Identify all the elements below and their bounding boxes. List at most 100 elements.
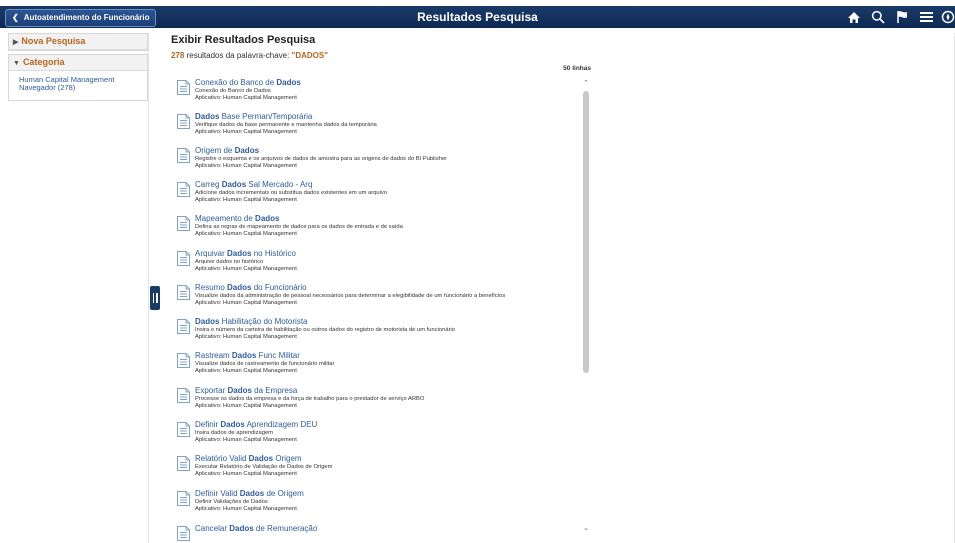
home-icon[interactable] <box>843 6 865 28</box>
list-item: Definir Valid Dados de Origem Definir Va… <box>171 484 583 518</box>
result-title-link[interactable]: Origem de Dados <box>195 146 259 155</box>
list-item: Resumo Dados do Funcionário Visualize da… <box>171 278 583 312</box>
list-item: Cancelar Dados de Remuneração <box>171 519 583 543</box>
document-icon <box>177 491 190 506</box>
result-title-link[interactable]: Rastream Dados Func Militar <box>195 351 300 360</box>
new-search-link[interactable]: ▶ Nova Pesquisa <box>9 34 147 50</box>
category-filter-link[interactable]: Human Capital Management Navegador (278) <box>19 75 114 92</box>
result-title-link[interactable]: Cancelar Dados de Remuneração <box>195 524 317 533</box>
result-application: Aplicativo: Human Capital Management <box>195 437 297 443</box>
result-application: Aplicativo: Human Capital Management <box>195 403 297 409</box>
document-icon <box>177 422 190 437</box>
results-list: Conexão do Banco de Dados Conexão do Ban… <box>171 73 583 543</box>
document-icon <box>177 456 190 471</box>
result-application: Aplicativo: Human Capital Management <box>195 300 297 306</box>
result-application: Aplicativo: Human Capital Management <box>195 231 297 237</box>
result-application: Aplicativo: Human Capital Management <box>195 334 297 340</box>
result-description: Conexão do Banco de Dados <box>195 88 271 94</box>
top-banner-area: ❮ Autoatendimento do Funcionário Resultad… <box>0 0 955 33</box>
result-description: Insira o número da carteira de habilitaç… <box>195 327 456 333</box>
result-description: Executar Relatório de Validação de Dados… <box>195 464 333 470</box>
rows-count: 50 linhas <box>563 65 591 72</box>
document-icon <box>177 319 190 334</box>
result-application: Aplicativo: Human Capital Management <box>195 266 297 272</box>
document-icon <box>177 148 190 163</box>
flag-icon[interactable] <box>891 6 913 28</box>
result-title-link[interactable]: Dados Habilitação do Motorista <box>195 317 308 326</box>
result-description: Processe os dados da empresa e da força … <box>195 396 425 402</box>
list-item: Conexão do Banco de Dados Conexão do Ban… <box>171 73 583 107</box>
result-description: Visualize dados de rastreamento de funci… <box>195 361 335 367</box>
panel-divider <box>148 33 149 543</box>
list-item: Dados Base Perman/Temporária Verifique d… <box>171 107 583 141</box>
collapse-panel-handle[interactable] <box>150 286 160 310</box>
result-title-link[interactable]: Definir Dados Aprendizagem DEU <box>195 420 317 429</box>
scrollbar-thumb[interactable] <box>583 91 589 373</box>
category-box: ▼ Categoria Human Capital Management Nave… <box>8 54 148 101</box>
caret-down-icon: ▼ <box>13 60 20 67</box>
results-summary: 278 resultados da palavra-chave: "DADOS" <box>171 51 328 60</box>
list-item: Definir Dados Aprendizagem DEU Insira da… <box>171 415 583 449</box>
result-description: Defina as regras de mapeamento de dados … <box>195 224 403 230</box>
result-application: Aplicativo: Human Capital Management <box>195 368 297 374</box>
document-icon <box>177 388 190 403</box>
new-search-label: Nova Pesquisa <box>21 36 86 46</box>
document-icon <box>177 285 190 300</box>
search-icon[interactable] <box>867 6 889 28</box>
result-title-link[interactable]: Mapeamento de Dados <box>195 214 280 223</box>
result-description: Adicione dados incrementais ou substitua… <box>195 190 388 196</box>
results-heading: Exibir Resultados Pesquisa <box>171 34 316 46</box>
list-item: Arquivar Dados no Histórico Arquive dado… <box>171 244 583 278</box>
results-area: Exibir Resultados Pesquisa 278 resultado… <box>171 33 595 543</box>
document-icon <box>177 80 190 95</box>
summary-text: resultados da palavra-chave: <box>184 51 292 60</box>
result-title-link[interactable]: Definir Valid Dados de Origem <box>195 489 304 498</box>
document-icon <box>177 251 190 266</box>
category-toggle[interactable]: ▼ Categoria <box>9 55 147 71</box>
result-application: Aplicativo: Human Capital Management <box>195 95 297 101</box>
result-application: Aplicativo: Human Capital Management <box>195 129 297 135</box>
list-item: Origem de Dados Registre o esquema e os … <box>171 141 583 175</box>
page-title: Resultados Pesquisa <box>417 10 538 24</box>
result-application: Aplicativo: Human Capital Management <box>195 506 297 512</box>
result-title-link[interactable]: Dados Base Perman/Temporária <box>195 112 312 121</box>
result-title-link[interactable]: Carreg Dados Sal Mercado - Arq <box>195 180 312 189</box>
document-icon <box>177 216 190 231</box>
result-title-link[interactable]: Relatório Valid Dados Origem <box>195 454 302 463</box>
list-item: Relatório Valid Dados Origem Executar Re… <box>171 449 583 483</box>
result-description: Registre o esquema e os arquivos de dado… <box>195 156 447 162</box>
header-actions <box>841 6 955 28</box>
list-item: Rastream Dados Func Militar Visualize da… <box>171 346 583 380</box>
new-search-box: ▶ Nova Pesquisa <box>8 33 148 51</box>
result-title-link[interactable]: Conexão do Banco de Dados <box>195 78 301 87</box>
results-scrollbar[interactable]: ⌃ ⌄ <box>581 79 591 534</box>
result-title-link[interactable]: Resumo Dados do Funcionário <box>195 283 307 292</box>
list-item: Carreg Dados Sal Mercado - Arq Adicione … <box>171 175 583 209</box>
result-application: Aplicativo: Human Capital Management <box>195 197 297 203</box>
result-title-link[interactable]: Exportar Dados da Empresa <box>195 386 297 395</box>
list-item: Dados Habilitação do Motorista Insira o … <box>171 312 583 346</box>
caret-right-icon: ▶ <box>13 39 19 46</box>
result-application: Aplicativo: Human Capital Management <box>195 471 297 477</box>
result-count: 278 <box>171 51 185 60</box>
scroll-up-icon[interactable]: ⌃ <box>581 79 591 89</box>
result-description: Visualize dados da administração de pess… <box>195 293 506 299</box>
scroll-down-icon[interactable]: ⌄ <box>581 524 591 534</box>
left-refine-panel: ▶ Nova Pesquisa ▼ Categoria Human Capital … <box>8 33 148 543</box>
menu-icon[interactable] <box>915 6 937 28</box>
document-icon <box>177 526 190 541</box>
document-icon <box>177 114 190 129</box>
navbar-icon[interactable] <box>941 6 955 28</box>
list-item: Exportar Dados da Empresa Processe os da… <box>171 381 583 415</box>
list-item: Mapeamento de Dados Defina as regras de … <box>171 209 583 243</box>
result-title-link[interactable]: Arquivar Dados no Histórico <box>195 249 296 258</box>
result-application: Aplicativo: Human Capital Management <box>195 163 297 169</box>
result-description: Verifique dados da base permanente e man… <box>195 122 377 128</box>
result-description: Arquive dados no histórico <box>195 259 264 265</box>
result-description: Insira dados de aprendizagem <box>195 430 273 436</box>
category-heading: Categoria <box>22 57 65 67</box>
search-keyword: "DADOS" <box>291 51 329 60</box>
navigation-header: ❮ Autoatendimento do Funcionário Resultad… <box>0 6 955 28</box>
document-icon <box>177 182 190 197</box>
document-icon <box>177 353 190 368</box>
